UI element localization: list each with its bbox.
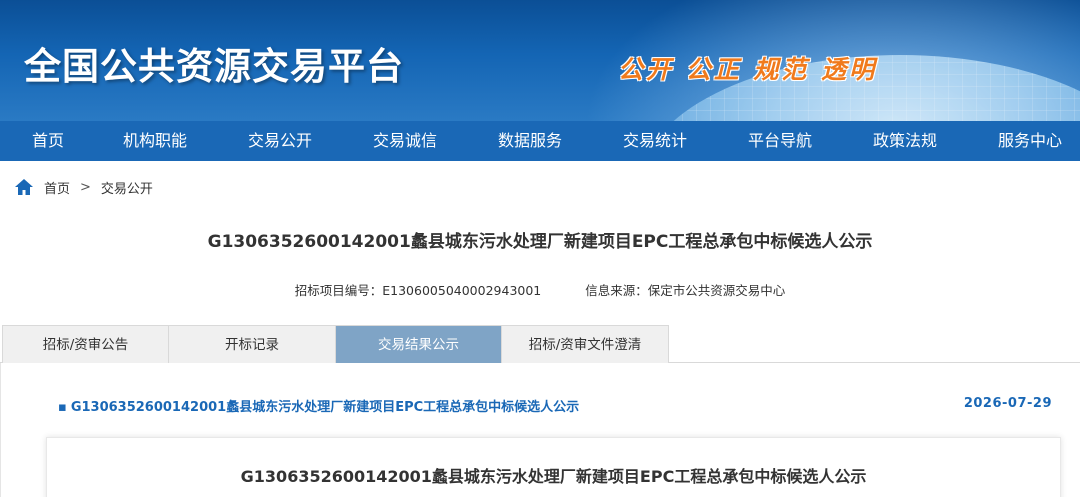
tab-trade-result[interactable]: 交易结果公示 — [335, 325, 502, 363]
project-meta: 招标项目编号：E1306005040002943001 信息来源：保定市公共资源… — [0, 280, 1080, 299]
source-value: 保定市公共资源交易中心 — [647, 283, 786, 298]
nav-item-institution[interactable]: 机构职能 — [123, 121, 187, 161]
tab-tender-notice[interactable]: 招标/资审公告 — [2, 325, 169, 363]
nav-item-trade-stats[interactable]: 交易统计 — [623, 121, 687, 161]
tab-bar: 招标/资审公告 开标记录 交易结果公示 招标/资审文件澄清 — [0, 325, 1080, 363]
bullet-icon: ▪ — [58, 400, 67, 415]
project-code-label: 招标项目编号： — [294, 283, 383, 298]
breadcrumb-current[interactable]: 交易公开 — [101, 178, 153, 197]
breadcrumb-separator: > — [80, 179, 91, 195]
site-banner: 全国公共资源交易平台 公开 公正 规范 透明 — [0, 0, 1080, 121]
nav-item-home[interactable]: 首页 — [32, 121, 64, 161]
nav-item-trade-credit[interactable]: 交易诚信 — [373, 121, 437, 161]
nav-item-policy[interactable]: 政策法规 — [873, 121, 937, 161]
page-title: G1306352600142001蠡县城东污水处理厂新建项目EPC工程总承包中标… — [207, 232, 873, 252]
source-label: 信息来源： — [585, 283, 648, 298]
nav-item-data-service[interactable]: 数据服务 — [498, 121, 562, 161]
nav-item-trade-public[interactable]: 交易公开 — [248, 121, 312, 161]
project-code: E1306005040002943001 — [382, 283, 542, 298]
nav-item-service-center[interactable]: 服务中心 — [998, 121, 1062, 161]
site-slogan: 公开 公正 规范 透明 — [618, 55, 878, 84]
breadcrumb: 首页 > 交易公开 — [14, 177, 153, 197]
document-card: G1306352600142001蠡县城东污水处理厂新建项目EPC工程总承包中标… — [46, 437, 1061, 497]
main-nav: 首页 机构职能 交易公开 交易诚信 数据服务 交易统计 平台导航 政策法规 服务… — [0, 121, 1080, 161]
notice-list-item: ▪ G1306352600142001蠡县城东污水处理厂新建项目EPC工程总承包中… — [58, 396, 1052, 415]
tab-doc-clarification[interactable]: 招标/资审文件澄清 — [501, 325, 669, 363]
nav-item-platform-nav[interactable]: 平台导航 — [748, 121, 812, 161]
document-title: G1306352600142001蠡县城东污水处理厂新建项目EPC工程总承包中标… — [240, 467, 867, 486]
notice-date: 2026-07-29 — [963, 396, 1052, 411]
notice-link[interactable]: G1306352600142001蠡县城东污水处理厂新建项目EPC工程总承包中标… — [71, 400, 579, 415]
site-title: 全国公共资源交易平台 — [24, 45, 404, 88]
breadcrumb-home-link[interactable]: 首页 — [44, 178, 70, 197]
tab-bid-opening[interactable]: 开标记录 — [168, 325, 336, 363]
home-icon[interactable] — [14, 178, 34, 196]
